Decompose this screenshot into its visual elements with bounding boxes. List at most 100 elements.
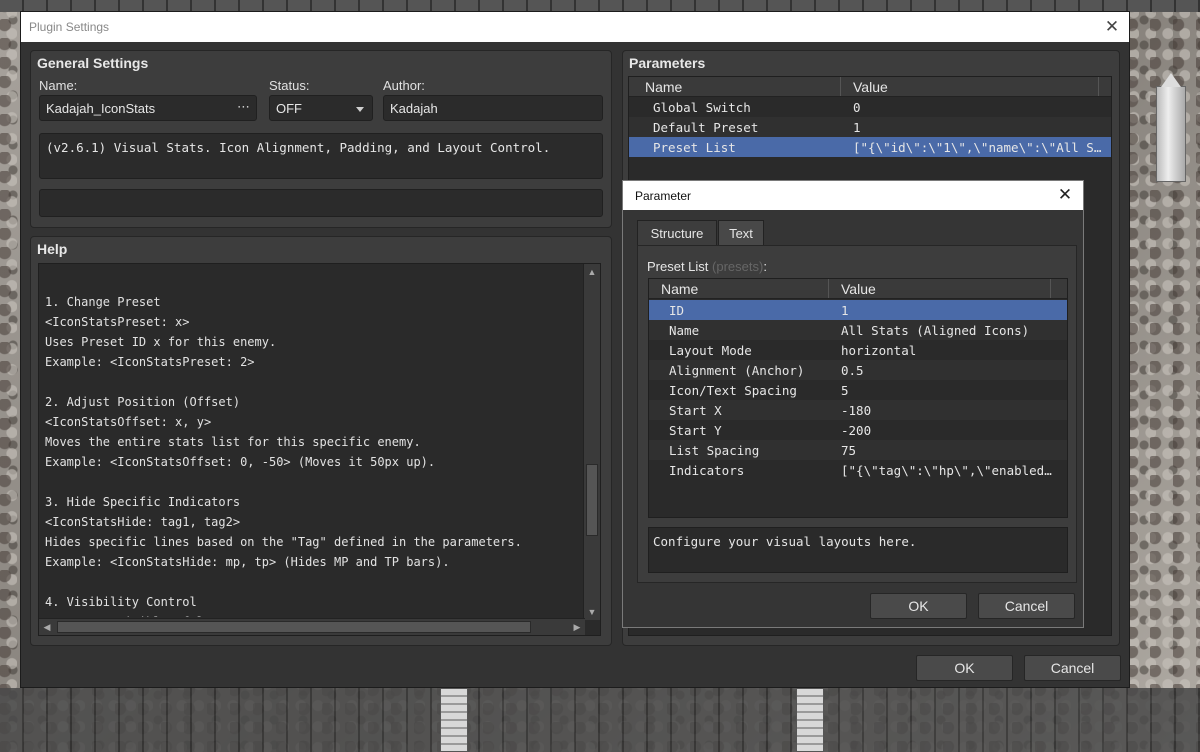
- dialog-cancel-button[interactable]: Cancel: [978, 593, 1075, 619]
- parameter-description: Configure your visual layouts here.: [648, 527, 1068, 573]
- row-name: Start Y: [669, 422, 722, 438]
- row-value: 0: [853, 99, 861, 115]
- preset-list-type: (presets): [712, 259, 764, 274]
- table-row[interactable]: List Spacing 75: [649, 440, 1067, 460]
- row-name: Global Switch: [653, 99, 751, 115]
- preset-table: Name Value ID 1 Name All Stats (Aligned Ico…: [648, 278, 1068, 518]
- row-name: Indicators: [669, 462, 745, 478]
- table-row[interactable]: Default Preset 1: [629, 117, 1111, 137]
- help-line: Example: <IconStatsPreset: 2>: [45, 355, 255, 369]
- chevron-down-icon: [356, 107, 364, 112]
- table-row[interactable]: Start X -180: [649, 400, 1067, 420]
- parameters-heading: Parameters: [629, 55, 706, 71]
- table-header: Name Value: [649, 279, 1067, 299]
- parameter-dialog: Parameter ✕ Structure Text Preset List (…: [622, 180, 1084, 628]
- preset-list-colon: :: [763, 259, 767, 274]
- description-value: (v2.6.1) Visual Stats. Icon Alignment, P…: [46, 140, 551, 155]
- ok-button[interactable]: OK: [916, 655, 1013, 681]
- row-value: ["{\"tag\":\"hp\",\"enabled…: [841, 462, 1052, 478]
- column-header-value[interactable]: Value: [829, 279, 1051, 298]
- background-obelisk: [1156, 73, 1186, 182]
- scroll-right-icon[interactable]: ▶: [569, 619, 585, 635]
- row-name: Name: [669, 322, 700, 338]
- tab-structure[interactable]: Structure: [637, 220, 717, 246]
- table-row[interactable]: ID 1: [649, 300, 1067, 320]
- structure-tab-panel: Preset List (presets): Name Value ID 1 Nam…: [637, 245, 1077, 583]
- help-line: [45, 372, 581, 392]
- table-row[interactable]: Start Y -200: [649, 420, 1067, 440]
- author-field[interactable]: Kadajah: [383, 95, 603, 121]
- status-select[interactable]: OFF: [269, 95, 373, 121]
- table-row[interactable]: Icon/Text Spacing 5: [649, 380, 1067, 400]
- background-pillar: [796, 688, 824, 752]
- scroll-thumb[interactable]: [57, 621, 531, 633]
- help-line: 4. Visibility Control: [45, 595, 197, 609]
- table-row[interactable]: Name All Stats (Aligned Icons): [649, 320, 1067, 340]
- table-row[interactable]: Layout Mode horizontal: [649, 340, 1067, 360]
- dialog-titlebar[interactable]: Parameter: [623, 181, 1083, 210]
- scroll-up-icon[interactable]: ▲: [584, 264, 600, 280]
- preset-list-label: Preset List (presets):: [647, 259, 767, 274]
- help-vertical-scrollbar[interactable]: ▲ ▼: [583, 264, 600, 620]
- more-icon[interactable]: ⋯: [237, 99, 250, 115]
- window-title: Plugin Settings: [29, 20, 110, 34]
- close-icon[interactable]: ✕: [1101, 16, 1123, 38]
- help-line: Example: <IconStatsOffset: 0, -50> (Move…: [45, 455, 436, 469]
- help-line: Moves the entire stats list for this spe…: [45, 435, 421, 449]
- row-name: Start X: [669, 402, 722, 418]
- row-value: 5: [841, 382, 849, 398]
- row-value: -180: [841, 402, 872, 418]
- row-value: ["{\"id\":\"1\",\"name\":\"All S…: [853, 139, 1102, 155]
- scroll-thumb[interactable]: [586, 464, 598, 536]
- column-header-name[interactable]: Name: [649, 279, 829, 298]
- close-icon[interactable]: ✕: [1055, 184, 1075, 206]
- column-header-name[interactable]: Name: [629, 77, 841, 96]
- table-row[interactable]: Global Switch 0: [629, 97, 1111, 117]
- name-label: Name:: [39, 78, 78, 93]
- row-value: -200: [841, 422, 872, 438]
- table-row[interactable]: Alignment (Anchor) 0.5: [649, 360, 1067, 380]
- help-line: [45, 472, 581, 492]
- scroll-down-icon[interactable]: ▼: [584, 604, 600, 620]
- help-line: Hides specific lines based on the "Tag" …: [45, 535, 522, 549]
- scroll-left-icon[interactable]: ◀: [39, 619, 55, 635]
- window-titlebar[interactable]: Plugin Settings: [21, 12, 1129, 42]
- help-line: <IconStatsOffset: x, y>: [45, 415, 212, 429]
- help-line: [45, 272, 581, 292]
- row-name: Alignment (Anchor): [669, 362, 805, 378]
- help-text-box[interactable]: 1. Change Preset <IconStatsPreset: x> Uses…: [38, 263, 601, 636]
- help-line: <IconStatsHide: tag1, tag2>: [45, 515, 241, 529]
- row-value: All Stats (Aligned Icons): [841, 322, 1030, 338]
- author-value: Kadajah: [390, 100, 438, 116]
- row-name: Layout Mode: [669, 342, 752, 358]
- tab-text[interactable]: Text: [718, 220, 764, 246]
- help-line: <IconStatsVisible: false>: [45, 612, 581, 617]
- row-name: List Spacing: [669, 442, 760, 458]
- table-row[interactable]: Indicators ["{\"tag\":\"hp\",\"enabled…: [649, 460, 1067, 480]
- help-line: [45, 572, 581, 592]
- dialog-title: Parameter: [635, 188, 692, 203]
- name-field[interactable]: Kadajah_IconStats ⋯: [39, 95, 257, 121]
- dialog-ok-button[interactable]: OK: [870, 593, 967, 619]
- cancel-button[interactable]: Cancel: [1024, 655, 1121, 681]
- row-value: 0.5: [841, 362, 864, 378]
- column-header-value[interactable]: Value: [841, 77, 1099, 96]
- description-field[interactable]: (v2.6.1) Visual Stats. Icon Alignment, P…: [39, 133, 603, 179]
- preset-list-name: Preset List: [647, 259, 709, 274]
- extra-field[interactable]: [39, 189, 603, 217]
- table-row[interactable]: Preset List ["{\"id\":\"1\",\"name\":\"Al…: [629, 137, 1111, 157]
- general-settings-panel: General Settings Name: Kadajah_IconStats…: [30, 50, 612, 228]
- parameter-description-text: Configure your visual layouts here.: [653, 534, 917, 549]
- help-line: 1. Change Preset: [45, 295, 161, 309]
- help-line: 2. Adjust Position (Offset): [45, 395, 241, 409]
- row-name: Default Preset: [653, 119, 759, 135]
- help-line: 3. Hide Specific Indicators: [45, 495, 241, 509]
- row-value: 1: [841, 302, 849, 318]
- author-label: Author:: [383, 78, 425, 93]
- help-heading: Help: [37, 241, 68, 257]
- row-value: 75: [841, 442, 857, 458]
- help-horizontal-scrollbar[interactable]: ◀ ▶: [39, 618, 585, 635]
- status-value: OFF: [276, 100, 302, 116]
- help-line: Example: <IconStatsHide: mp, tp> (Hides …: [45, 555, 450, 569]
- row-name: ID: [669, 302, 685, 318]
